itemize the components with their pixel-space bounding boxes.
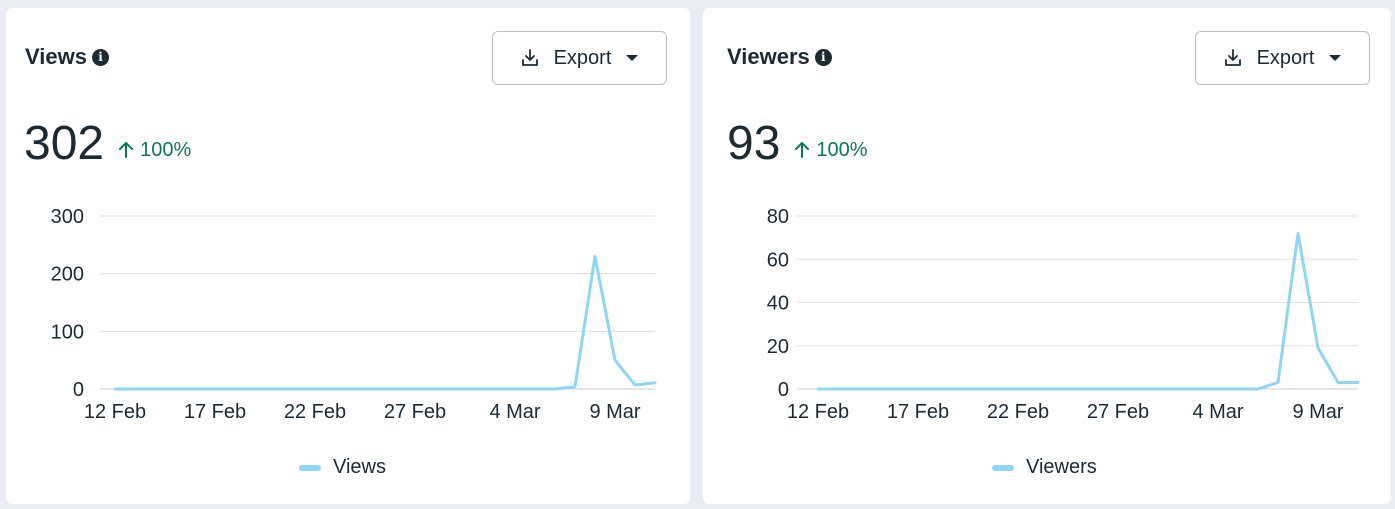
y-tick-label: 40 (767, 293, 789, 315)
y-tick-label: 0 (778, 379, 789, 401)
views-chart: 0 100 200 300 12 Feb 17 Feb 22 Feb 27 Feb 4 Mar 9… (51, 206, 657, 423)
legend-label: Viewers (1026, 456, 1097, 478)
y-tick-label: 100 (51, 321, 84, 343)
legend-label: Views (333, 456, 386, 478)
y-tick-label: 0 (73, 379, 84, 401)
x-tick-label: 22 Feb (987, 401, 1049, 423)
x-tick-label: 22 Feb (284, 401, 346, 423)
x-tick-label: 9 Mar (1292, 401, 1343, 423)
x-tick-label: 12 Feb (84, 401, 146, 423)
views-legend[interactable]: Views (299, 456, 386, 479)
x-tick-label: 17 Feb (887, 401, 949, 423)
y-tick-label: 60 (767, 249, 789, 271)
viewers-card: Viewers i Export 93 100% 0 20 40 60 80 12 Feb… (703, 8, 1391, 504)
series-line (113, 254, 657, 391)
y-tick-label: 200 (51, 264, 84, 286)
x-tick-label: 9 Mar (589, 401, 640, 423)
viewers-legend[interactable]: Viewers (992, 456, 1097, 479)
y-tick-label: 300 (51, 206, 84, 228)
x-tick-label: 12 Feb (787, 401, 849, 423)
x-tick-label: 27 Feb (384, 401, 446, 423)
x-tick-label: 4 Mar (489, 401, 540, 423)
viewers-chart: 0 20 40 60 80 12 Feb 17 Feb 22 Feb 27 Feb 4 Mar 9 … (767, 206, 1360, 423)
x-tick-label: 27 Feb (1087, 401, 1149, 423)
series-line (816, 231, 1360, 391)
views-card: Views i Export 302 100% 0 100 200 300 12 Feb… (6, 8, 690, 504)
x-tick-label: 4 Mar (1192, 401, 1243, 423)
y-tick-label: 20 (767, 336, 789, 358)
legend-swatch (299, 464, 321, 471)
x-tick-label: 17 Feb (184, 401, 246, 423)
y-tick-label: 80 (767, 206, 789, 228)
legend-swatch (992, 464, 1014, 471)
